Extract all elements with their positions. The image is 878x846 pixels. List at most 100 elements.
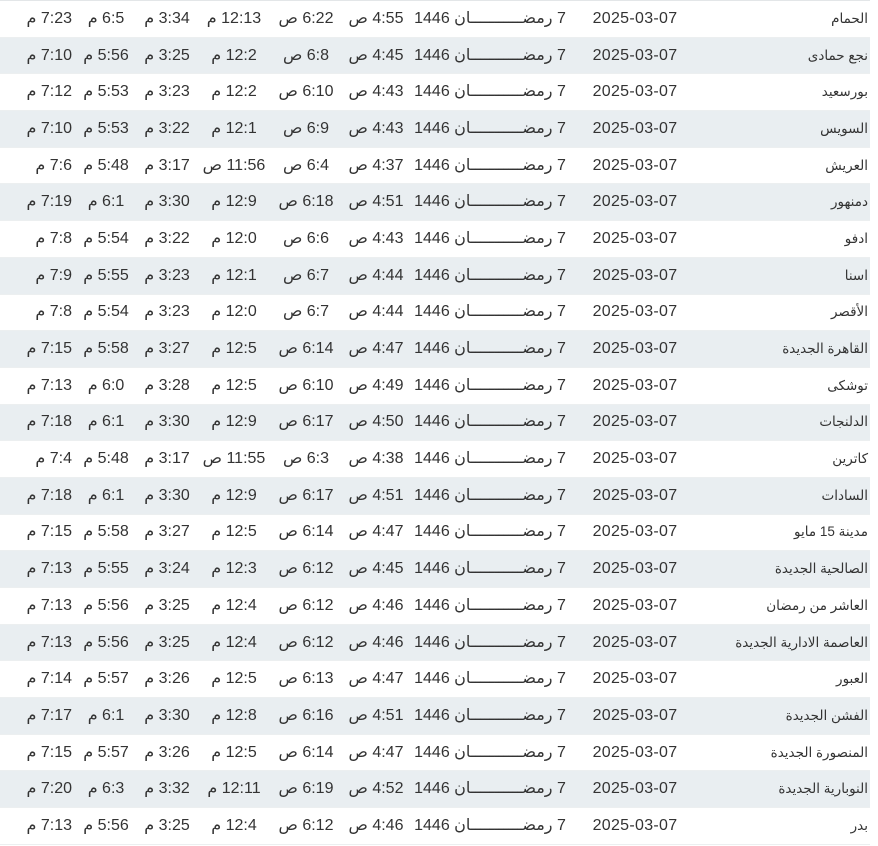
gregorian-date: 2025-03-07	[592, 523, 678, 541]
fajr-time: 4:47 ص	[348, 523, 404, 541]
city-name: الأقصر	[830, 304, 868, 320]
dhuhr-time: 12:2 م	[211, 83, 257, 101]
table-row: العاشر من رمضان 2025-03-07 7 رمضــــــــــ…	[0, 588, 870, 625]
hijri-date: 7 رمضـــــــــــان 1446	[414, 743, 566, 761]
maghrib-time: 6:1 م	[87, 706, 125, 724]
sunrise-time: 6:14 ص	[278, 743, 334, 761]
fajr-time: 4:50 ص	[348, 413, 404, 431]
sunrise-time: 6:4 ص	[282, 156, 330, 174]
gregorian-date: 2025-03-07	[592, 266, 678, 284]
fajr-time: 4:46 ص	[348, 816, 404, 834]
dhuhr-time: 12:5 م	[211, 376, 257, 394]
table-row: بدر 2025-03-07 7 رمضـــــــــــان 1446 4:46…	[0, 808, 870, 845]
hijri-date: 7 رمضـــــــــــان 1446	[414, 816, 566, 834]
city-name: كاترين	[832, 451, 868, 467]
table-row: الحمام 2025-03-07 7 رمضـــــــــــان 1446 4…	[0, 1, 870, 38]
prayer-times-table: الحمام 2025-03-07 7 رمضـــــــــــان 1446 4…	[0, 0, 870, 845]
dhuhr-time: 12:9 م	[211, 486, 257, 504]
dhuhr-time: 12:5 م	[211, 743, 257, 761]
hijri-date: 7 رمضـــــــــــان 1446	[414, 229, 566, 247]
dhuhr-time: 12:3 م	[211, 560, 257, 578]
city-name: العبور	[836, 671, 868, 687]
maghrib-time: 5:56 م	[83, 633, 129, 651]
sunrise-time: 6:14 ص	[278, 523, 334, 541]
hijri-date: 7 رمضـــــــــــان 1446	[414, 340, 566, 358]
gregorian-date: 2025-03-07	[592, 156, 678, 174]
gregorian-date: 2025-03-07	[592, 413, 678, 431]
asr-time: 3:30 م	[144, 706, 190, 724]
asr-time: 3:25 م	[144, 46, 190, 64]
table-row: توشكى 2025-03-07 7 رمضـــــــــــان 1446 4:…	[0, 368, 870, 405]
asr-time: 3:25 م	[144, 596, 190, 614]
isha-time: 7:13 م	[26, 376, 73, 394]
sunrise-time: 6:18 ص	[278, 193, 334, 211]
gregorian-date: 2025-03-07	[592, 376, 678, 394]
table-row: السادات 2025-03-07 7 رمضـــــــــــان 1446…	[0, 477, 870, 515]
table-row: الفشن الجديدة 2025-03-07 7 رمضـــــــــــا…	[0, 698, 870, 735]
dhuhr-time: 12:2 م	[211, 46, 257, 64]
isha-time: 7:13 م	[26, 633, 73, 651]
fajr-time: 4:47 ص	[348, 670, 404, 688]
sunrise-time: 6:6 ص	[282, 229, 330, 247]
gregorian-date: 2025-03-07	[592, 706, 678, 724]
gregorian-date: 2025-03-07	[592, 670, 678, 688]
city-name: العاصمة الادارية الجديدة	[735, 634, 868, 650]
table-row: المنصورة الجديدة 2025-03-07 7 رمضـــــــــ…	[0, 735, 870, 772]
isha-time: 7:8 م	[35, 229, 72, 247]
table-row: مدينة 15 مايو 2025-03-07 7 رمضـــــــــــا…	[0, 515, 870, 552]
fajr-time: 4:44 ص	[348, 303, 404, 321]
sunrise-time: 6:12 ص	[278, 633, 334, 651]
table-row: اسنا 2025-03-07 7 رمضـــــــــــان 1446 4:4…	[0, 257, 870, 295]
hijri-date: 7 رمضـــــــــــان 1446	[414, 46, 566, 64]
table-row: النوبارية الجديدة 2025-03-07 7 رمضــــــــ…	[0, 771, 870, 809]
hijri-date: 7 رمضـــــــــــان 1446	[414, 706, 566, 724]
sunrise-time: 6:12 ص	[278, 816, 334, 834]
city-name: بورسعيد	[821, 84, 868, 100]
dhuhr-time: 11:55 ص	[202, 450, 266, 468]
asr-time: 3:23 م	[144, 266, 190, 284]
asr-time: 3:24 م	[144, 560, 190, 578]
city-name: اسنا	[844, 267, 868, 283]
fajr-time: 4:46 ص	[348, 596, 404, 614]
gregorian-date: 2025-03-07	[592, 560, 678, 578]
table-row: العريش 2025-03-07 7 رمضـــــــــــان 1446 4…	[0, 148, 870, 185]
dhuhr-time: 12:1 م	[211, 266, 257, 284]
fajr-time: 4:55 ص	[348, 9, 404, 27]
maghrib-time: 5:58 م	[83, 523, 129, 541]
fajr-time: 4:51 ص	[348, 706, 404, 724]
sunrise-time: 6:10 ص	[278, 376, 334, 394]
maghrib-time: 6:0 م	[87, 376, 125, 394]
fajr-time: 4:43 ص	[348, 119, 404, 137]
maghrib-time: 5:56 م	[83, 816, 129, 834]
dhuhr-time: 12:5 م	[211, 523, 257, 541]
hijri-date: 7 رمضـــــــــــان 1446	[414, 596, 566, 614]
hijri-date: 7 رمضـــــــــــان 1446	[414, 780, 566, 798]
isha-time: 7:4 م	[35, 450, 72, 468]
gregorian-date: 2025-03-07	[592, 780, 678, 798]
asr-time: 3:25 م	[144, 816, 190, 834]
isha-time: 7:14 م	[26, 670, 73, 688]
maghrib-time: 6:3 م	[87, 780, 125, 798]
asr-time: 3:28 م	[144, 376, 190, 394]
fajr-time: 4:52 ص	[348, 780, 404, 798]
gregorian-date: 2025-03-07	[592, 450, 678, 468]
maghrib-time: 5:56 م	[83, 596, 129, 614]
dhuhr-time: 12:0 م	[211, 303, 257, 321]
dhuhr-time: 12:9 م	[211, 193, 257, 211]
isha-time: 7:13 م	[26, 596, 73, 614]
table-row: كاترين 2025-03-07 7 رمضـــــــــــان 1446 4…	[0, 441, 870, 478]
gregorian-date: 2025-03-07	[592, 633, 678, 651]
maghrib-time: 5:53 م	[83, 83, 129, 101]
table-row: القاهرة الجديدة 2025-03-07 7 رمضــــــــــ…	[0, 331, 870, 368]
isha-time: 7:13 م	[26, 560, 73, 578]
hijri-date: 7 رمضـــــــــــان 1446	[414, 193, 566, 211]
fajr-time: 4:45 ص	[348, 560, 404, 578]
sunrise-time: 6:14 ص	[278, 340, 334, 358]
table-row: الصالحية الجديدة 2025-03-07 7 رمضـــــــــ…	[0, 551, 870, 588]
maghrib-time: 5:54 م	[83, 229, 129, 247]
sunrise-time: 6:7 ص	[282, 303, 330, 321]
dhuhr-time: 12:13 م	[206, 9, 262, 27]
asr-time: 3:30 م	[144, 193, 190, 211]
maghrib-time: 6:1 م	[87, 193, 125, 211]
gregorian-date: 2025-03-07	[592, 596, 678, 614]
